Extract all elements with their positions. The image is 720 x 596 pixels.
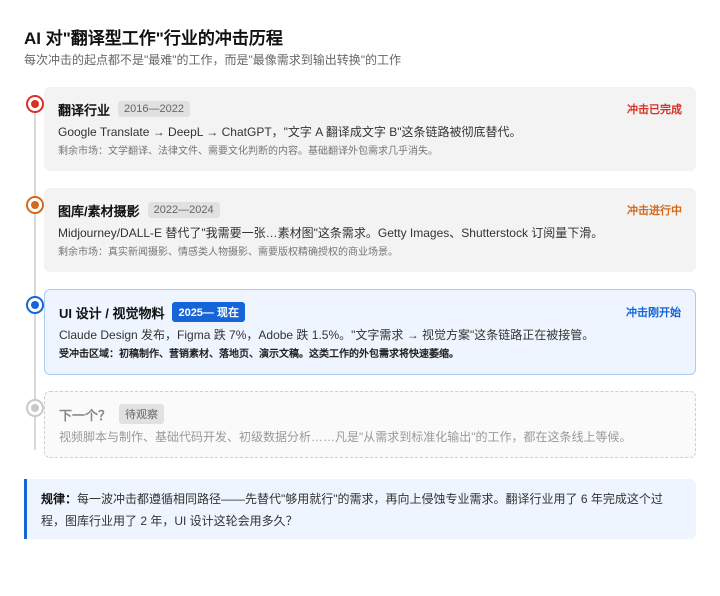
stage-description: 视频脚本与制作、基础代码开发、初级数据分析……凡是"从需求到标准化输出"的工作，…	[59, 430, 632, 444]
stage-period-tag: 待观察	[119, 404, 165, 424]
rule-label: 规律：	[41, 492, 78, 506]
stage-period-tag: 2016—2022	[118, 101, 190, 117]
rule-text: 每一波冲击都遵循相同路径——先替代"够用就行"的需求，再向上侵蚀专业需求。翻译行…	[41, 492, 663, 528]
stage-period-tag: 2025— 现在	[172, 302, 245, 322]
stage-card-next: 下一个？ 待观察 视频脚本与制作、基础代码开发、初级数据分析……凡是"从需求到标…	[44, 391, 696, 458]
stage-card-translation: 翻译行业 2016—2022 冲击已完成 Google Translate → …	[44, 87, 696, 171]
timeline-node-next	[26, 399, 44, 417]
stage-description: Google Translate → DeepL → ChatGPT，"文字 A…	[58, 125, 522, 139]
stage-name: UI 设计 / 视觉物料	[59, 305, 165, 321]
stage-note: 剩余市场：真实新闻摄影、情感类人物摄影、需要版权精确授权的商业场景。	[58, 247, 398, 258]
timeline-node-ui-design	[26, 296, 44, 314]
stage-name: 下一个？	[59, 407, 112, 423]
page-title: AI 对"翻译型工作"行业的冲击历程	[24, 29, 283, 48]
stage-name: 翻译行业	[58, 102, 111, 118]
stage-description: Claude Design 发布，Figma 跌 7%，Adobe 跌 1.5%…	[59, 328, 595, 342]
stage-card-ui-design: UI 设计 / 视觉物料 2025— 现在 冲击刚开始 Claude Desig…	[44, 289, 696, 375]
timeline-node-stock-photo	[26, 196, 44, 214]
rule-callout: 规律：每一波冲击都遵循相同路径——先替代"够用就行"的需求，再向上侵蚀专业需求。…	[24, 479, 696, 539]
stage-status: 冲击已完成	[627, 104, 682, 116]
page-subtitle: 每次冲击的起点都不是"最难"的工作，而是"最像需求到输出转换"的工作	[24, 53, 402, 67]
stage-status: 冲击进行中	[627, 205, 682, 217]
timeline-node-translation	[26, 95, 44, 113]
stage-note: 剩余市场：文学翻译、法律文件、需要文化判断的内容。基础翻译外包需求几乎消失。	[58, 146, 438, 157]
stage-description: Midjourney/DALL-E 替代了"我需要一张…素材图"这条需求。Get…	[58, 226, 604, 240]
stage-period-tag: 2022—2024	[147, 202, 220, 218]
stage-status: 冲击刚开始	[626, 307, 681, 319]
stage-card-stock-photo: 图库/素材摄影 2022—2024 冲击进行中 Midjourney/DALL-…	[44, 188, 696, 272]
stage-note: 受冲击区域：初稿制作、营销素材、落地页、演示文稿。这类工作的外包需求将快速萎缩。	[59, 349, 459, 360]
stage-name: 图库/素材摄影	[58, 203, 140, 219]
